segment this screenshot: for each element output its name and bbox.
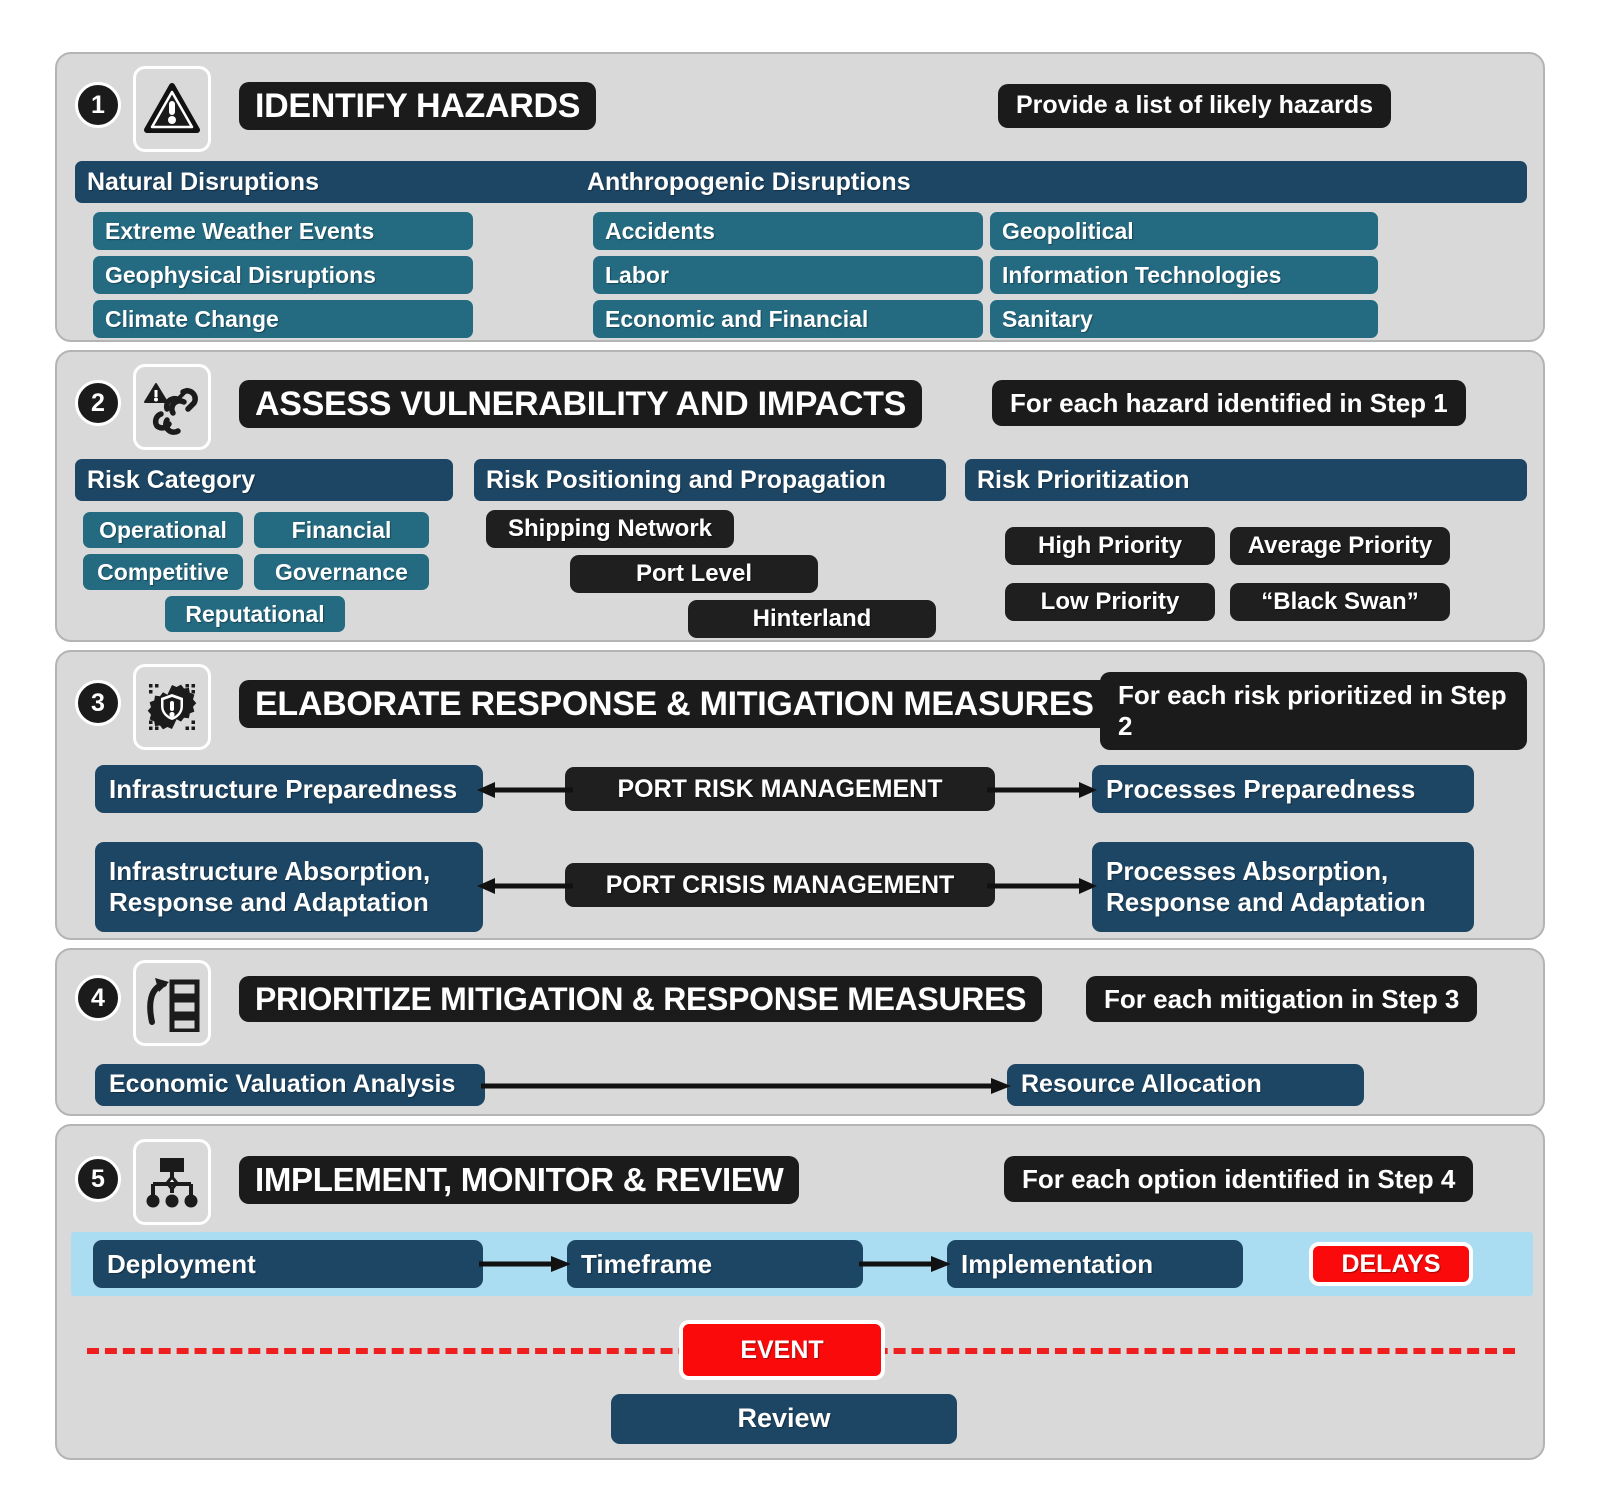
flow-item-resource-allocation: Resource Allocation: [1007, 1064, 1364, 1106]
step-panel-2: 2 ASSESS VULNERABILITY AND IMPACTS For e…: [55, 350, 1545, 642]
arrow-left-1: [477, 782, 573, 798]
risk-positioning-item: Hinterland: [688, 600, 936, 638]
measure-right: Processes Absorption, Response and Adapt…: [1092, 842, 1474, 932]
hierarchy-chart-icon: [133, 1139, 211, 1225]
timeline-item-timeframe: Timeframe: [567, 1240, 863, 1288]
hazard-item: Accidents: [593, 212, 983, 250]
gear-alert-icon: [133, 664, 211, 750]
risk-category-item: Competitive: [83, 554, 243, 590]
hazard-item: Sanitary: [990, 300, 1378, 338]
measure-center: PORT CRISIS MANAGEMENT: [565, 863, 995, 907]
flow-item-economic-valuation: Economic Valuation Analysis: [95, 1064, 485, 1106]
arrow-right-1: [987, 782, 1097, 798]
step-title-4: PRIORITIZE MITIGATION & RESPONSE MEASURE…: [239, 976, 1043, 1022]
review-box: Review: [611, 1394, 957, 1444]
group-header-risk-category: Risk Category: [75, 459, 453, 501]
hazard-item: Climate Change: [93, 300, 473, 338]
step-title-2: ASSESS VULNERABILITY AND IMPACTS: [239, 380, 922, 428]
step-panel-5: 5 IMPLEMENT, MONITOR & REVIEW For each o…: [55, 1124, 1545, 1460]
broken-chain-warning-icon: [133, 364, 211, 450]
arrow-step4: [481, 1078, 1011, 1094]
risk-priority-item: Low Priority: [1005, 583, 1215, 621]
event-badge: EVENT: [679, 1320, 885, 1380]
hazard-item: Geophysical Disruptions: [93, 256, 473, 294]
step-number-2: 2: [75, 380, 121, 426]
warning-triangle-icon: [133, 66, 211, 152]
risk-category-item: Operational: [83, 512, 243, 548]
step-panel-1: 1 IDENTIFY HAZARDS Provide a list of lik…: [55, 52, 1545, 342]
step-number-5: 5: [75, 1156, 121, 1202]
hazard-item: Geopolitical: [990, 212, 1378, 250]
hazard-item: Information Technologies: [990, 256, 1378, 294]
step-number-4: 4: [75, 975, 121, 1021]
hazard-item: Extreme Weather Events: [93, 212, 473, 250]
step-panel-4: 4 PRIORITIZE MITIGATION & RESPONSE MEASU…: [55, 948, 1545, 1116]
risk-category-item: Financial: [254, 512, 429, 548]
risk-category-item: Governance: [254, 554, 429, 590]
hazard-item: Labor: [593, 256, 983, 294]
risk-priority-item: “Black Swan”: [1230, 583, 1450, 621]
arrow-deployment-timeframe: [479, 1256, 571, 1272]
risk-positioning-item: Shipping Network: [486, 510, 734, 548]
risk-category-item: Reputational: [165, 596, 345, 632]
arrow-left-2: [477, 878, 573, 894]
group-header-risk-positioning: Risk Positioning and Propagation: [474, 459, 946, 501]
measure-right: Processes Preparedness: [1092, 765, 1474, 813]
step-title-3: ELABORATE RESPONSE & MITIGATION MEASURES: [239, 680, 1110, 728]
prioritize-list-icon: [133, 960, 211, 1046]
risk-priority-item: Average Priority: [1230, 527, 1450, 565]
step-note-3: For each risk prioritized in Step 2: [1100, 672, 1527, 750]
measure-center: PORT RISK MANAGEMENT: [565, 767, 995, 811]
timeline-item-deployment: Deployment: [93, 1240, 483, 1288]
step-panel-3: 3 ELABORATE RESPONSE & MITIGATION MEASUR…: [55, 650, 1545, 940]
measure-left: Infrastructure Preparedness: [95, 765, 483, 813]
arrow-timeframe-implementation: [859, 1256, 951, 1272]
group-header-natural-disruptions: Natural Disruptions: [75, 161, 595, 203]
measure-left: Infrastructure Absorption, Response and …: [95, 842, 483, 932]
step-note-2: For each hazard identified in Step 1: [992, 380, 1466, 426]
step-number-3: 3: [75, 680, 121, 726]
step-note-4: For each mitigation in Step 3: [1086, 976, 1478, 1022]
timeline-item-implementation: Implementation: [947, 1240, 1243, 1288]
step-note-5: For each option identified in Step 4: [1004, 1156, 1474, 1202]
step-number-1: 1: [75, 82, 121, 128]
port-risk-management-framework-diagram: 1 IDENTIFY HAZARDS Provide a list of lik…: [0, 0, 1600, 1504]
group-header-risk-prioritization: Risk Prioritization: [965, 459, 1527, 501]
step-title-1: IDENTIFY HAZARDS: [239, 82, 597, 130]
risk-priority-item: High Priority: [1005, 527, 1215, 565]
risk-positioning-item: Port Level: [570, 555, 818, 593]
delays-badge: DELAYS: [1309, 1242, 1473, 1286]
step-note-1: Provide a list of likely hazards: [998, 84, 1392, 128]
group-header-anthropogenic-disruptions: Anthropogenic Disruptions: [575, 161, 1527, 203]
hazard-item: Economic and Financial: [593, 300, 983, 338]
step-title-5: IMPLEMENT, MONITOR & REVIEW: [239, 1156, 800, 1204]
arrow-right-2: [987, 878, 1097, 894]
